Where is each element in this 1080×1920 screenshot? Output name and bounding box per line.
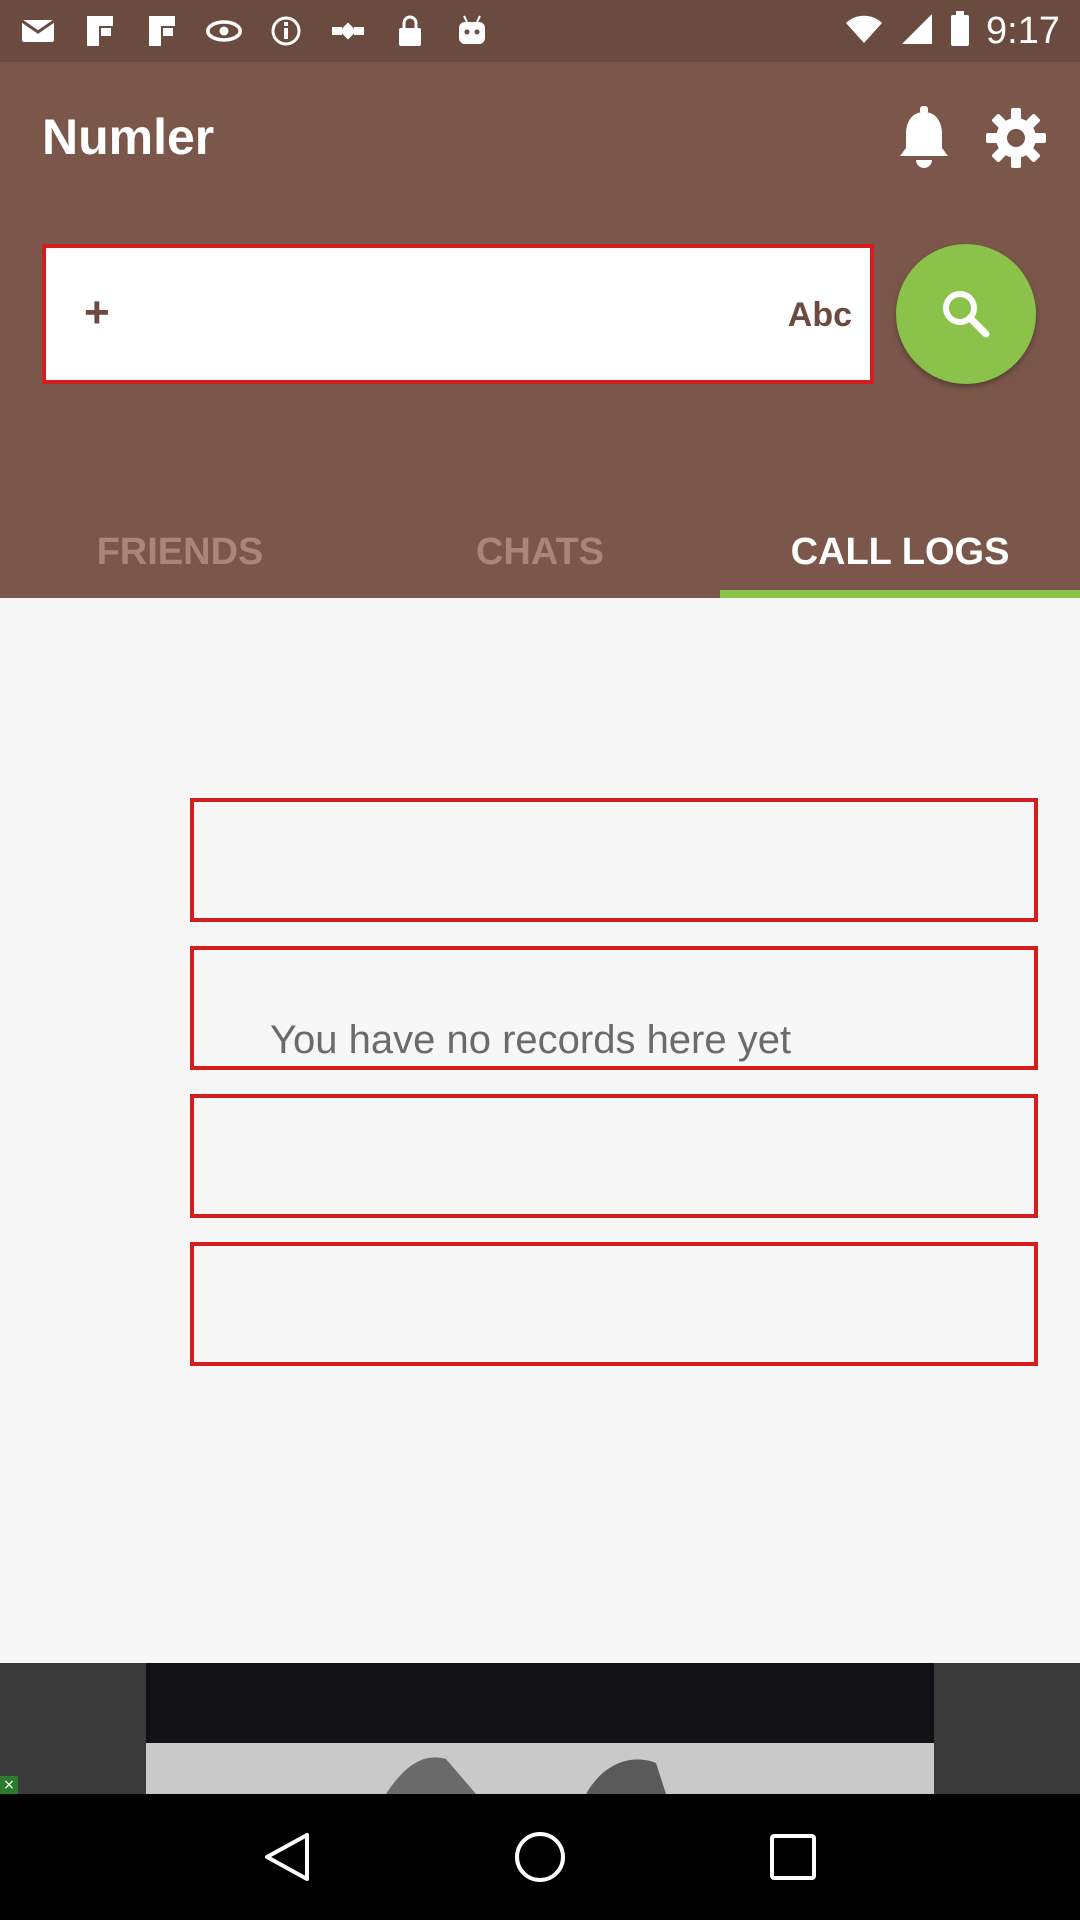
home-icon	[514, 1832, 565, 1882]
app-header: Numler + Abc FRIENDS CHATS CALL LOGS	[0, 62, 1080, 598]
notifications-button[interactable]	[896, 106, 952, 170]
status-bar: 9:17	[0, 0, 1080, 62]
recents-icon	[770, 1834, 817, 1880]
tab-label: CALL LOGS	[790, 530, 1010, 573]
info-icon	[268, 13, 304, 49]
bell-icon	[900, 106, 948, 168]
battery-icon	[950, 10, 970, 52]
tab-call-logs[interactable]: CALL LOGS	[720, 506, 1080, 598]
tab-friends[interactable]: FRIENDS	[0, 506, 360, 598]
back-icon	[264, 1833, 309, 1881]
tab-bar: FRIENDS CHATS CALL LOGS	[0, 506, 1080, 598]
call-logs-content: You have no records here yet	[0, 598, 1080, 1663]
recents-button[interactable]	[763, 1827, 823, 1887]
tab-label: FRIENDS	[96, 530, 264, 573]
highlight-box	[190, 798, 1038, 922]
back-button[interactable]	[257, 1827, 317, 1887]
tab-chats[interactable]: CHATS	[360, 506, 720, 598]
search-icon	[943, 291, 990, 338]
home-button[interactable]	[510, 1827, 570, 1887]
app-title: Numler	[42, 109, 215, 165]
wifi-icon	[844, 13, 884, 50]
active-tab-indicator	[720, 590, 1080, 598]
flipboard-icon	[82, 13, 118, 49]
lock-icon	[392, 13, 428, 49]
ad-banner[interactable]: ×	[0, 1663, 1080, 1794]
nvidia-icon	[206, 13, 242, 49]
android-icon	[454, 13, 490, 49]
ad-image[interactable]	[146, 1663, 934, 1794]
tab-label: CHATS	[475, 530, 605, 573]
screen: 9:17 Numler + Abc FRIENDS CHATS CALL LOG…	[0, 0, 1080, 1920]
gear-icon	[986, 108, 1046, 168]
keyboard-toggle[interactable]: Abc	[788, 296, 852, 335]
status-time: 9:17	[986, 9, 1060, 52]
empty-state-message: You have no records here yet	[270, 1018, 792, 1062]
settings-button[interactable]	[984, 106, 1048, 170]
highlight-box	[190, 1242, 1038, 1366]
signal-icon	[900, 12, 934, 51]
highlight-box	[190, 1094, 1038, 1218]
phone-number-input[interactable]: + Abc	[42, 244, 874, 384]
country-code-prefix[interactable]: +	[84, 288, 110, 338]
flipboard-icon	[144, 13, 180, 49]
navigation-bar	[0, 1794, 1080, 1920]
message-icon	[20, 13, 56, 49]
fake-gps-icon	[330, 13, 366, 49]
search-button[interactable]	[896, 244, 1036, 384]
close-icon[interactable]: ×	[0, 1776, 18, 1794]
